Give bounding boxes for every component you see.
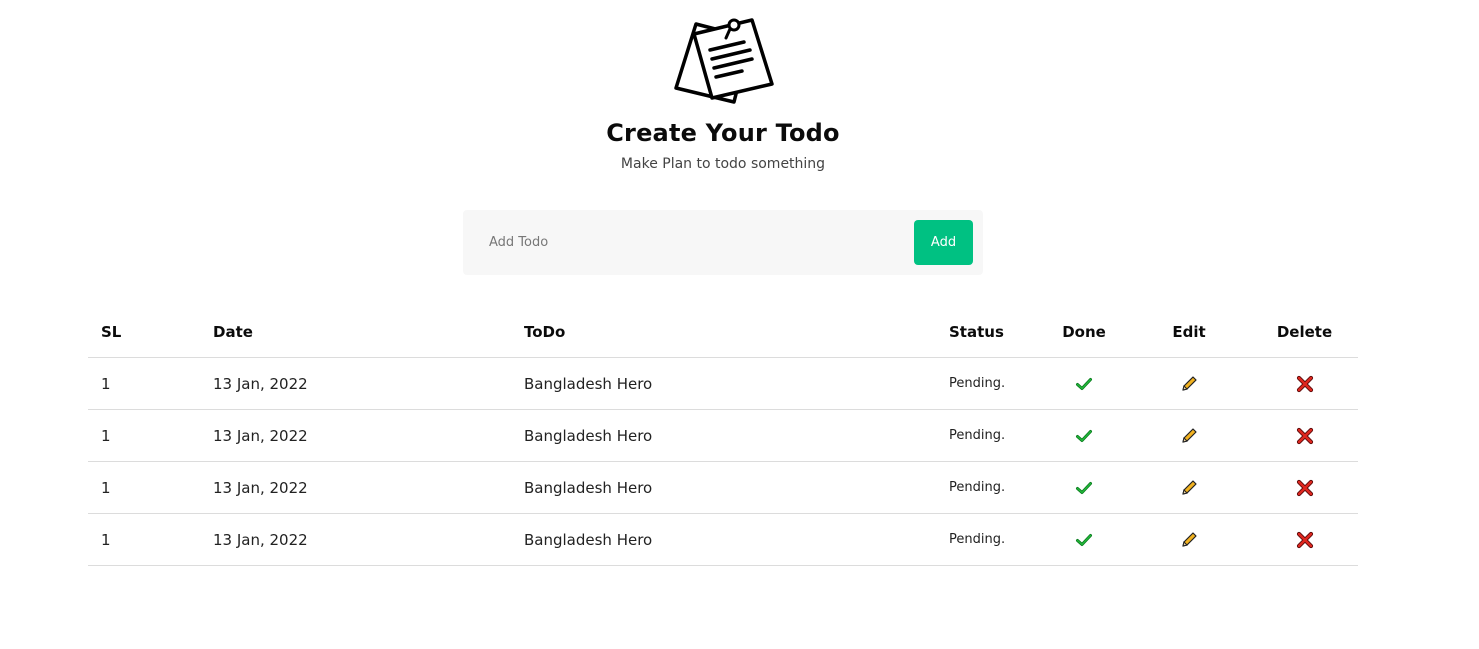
header-delete: Delete [1251,307,1358,358]
todo-table: SL Date ToDo Status Done Edit Delete 1 1… [88,307,1358,566]
add-button[interactable]: Add [914,220,973,265]
header-status: Status [936,307,1041,358]
row-todo: Bangladesh Hero [511,513,936,566]
table-row: 1 13 Jan, 2022 Bangladesh Hero Pending. [88,357,1358,410]
row-date: 13 Jan, 2022 [200,409,511,462]
page-title: Create Your Todo [606,119,840,147]
row-date: 13 Jan, 2022 [200,513,511,566]
table-row: 1 13 Jan, 2022 Bangladesh Hero Pending. [88,513,1358,566]
row-sl: 1 [88,461,200,514]
pencil-icon[interactable] [1180,479,1198,497]
page-subtitle: Make Plan to todo something [620,156,826,172]
header-edit: Edit [1127,307,1251,358]
row-todo: Bangladesh Hero [511,409,936,462]
table-row: 1 13 Jan, 2022 Bangladesh Hero Pending. [88,409,1358,462]
row-todo: Bangladesh Hero [511,357,936,410]
row-sl: 1 [88,409,200,462]
row-date: 13 Jan, 2022 [200,357,511,410]
cross-icon[interactable] [1296,479,1314,497]
check-icon[interactable] [1075,427,1093,445]
row-date: 13 Jan, 2022 [200,461,511,514]
pencil-icon[interactable] [1180,531,1198,549]
row-todo: Bangladesh Hero [511,461,936,514]
sticky-notes-icon [674,18,774,104]
cross-icon[interactable] [1296,427,1314,445]
header-sl: SL [88,307,200,358]
todo-page: Create Your Todo Make Plan to todo somet… [0,0,1479,649]
add-todo-form: Add [463,210,983,275]
add-todo-input[interactable] [477,224,931,260]
header-done: Done [1041,307,1127,358]
pencil-icon[interactable] [1180,375,1198,393]
pencil-icon[interactable] [1180,427,1198,445]
row-sl: 1 [88,513,200,566]
header-date: Date [200,307,511,358]
row-status: Pending. [936,409,1041,462]
check-icon[interactable] [1075,375,1093,393]
row-sl: 1 [88,357,200,410]
check-icon[interactable] [1075,531,1093,549]
header-todo: ToDo [511,307,936,358]
table-row: 1 13 Jan, 2022 Bangladesh Hero Pending. [88,461,1358,514]
cross-icon[interactable] [1296,531,1314,549]
row-status: Pending. [936,461,1041,514]
cross-icon[interactable] [1296,375,1314,393]
row-status: Pending. [936,357,1041,410]
check-icon[interactable] [1075,479,1093,497]
table-header-row: SL Date ToDo Status Done Edit Delete [88,307,1358,358]
row-status: Pending. [936,513,1041,566]
